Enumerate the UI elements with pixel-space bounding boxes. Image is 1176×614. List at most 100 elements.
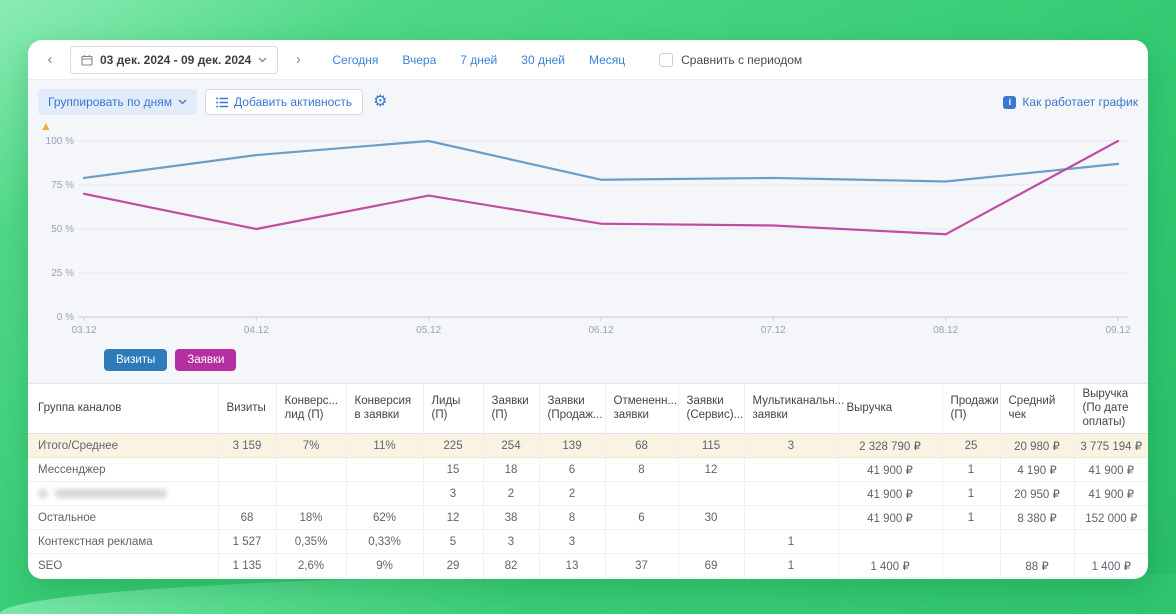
value-cell [744,482,838,506]
value-cell: 69 [678,554,744,578]
value-cell: 3 [483,530,539,554]
value-cell [942,530,1000,554]
value-cell: 29 [423,554,483,578]
column-header[interactable]: Выручка (По дате оплаты) [1074,384,1148,434]
column-header[interactable]: Конверсия в заявки [346,384,423,434]
channel-name-cell[interactable]: Мессенджер [28,458,218,482]
value-cell [605,530,678,554]
table-row[interactable]: SEO1 1352,6%9%298213376911 400 ₽88 ₽1 40… [28,554,1148,578]
table-row[interactable]: Сайт завода10470%470%4734349642 150 ₽929… [28,578,1148,579]
svg-text:100 %: 100 % [46,136,74,147]
info-icon: i [1003,96,1016,109]
channel-name-cell[interactable]: Итого/Среднее [28,434,218,458]
compare-period-control[interactable]: Сравнить с периодом [659,53,802,67]
quick-period-link-month[interactable]: Месяц [589,53,625,67]
svg-text:04.12: 04.12 [244,325,269,336]
date-range-label: 03 дек. 2024 - 09 дек. 2024 [100,53,251,67]
legend-toggle-visits[interactable]: Визиты [104,349,167,371]
column-header[interactable]: Средний чек [1000,384,1074,434]
value-cell [744,506,838,530]
next-period-button[interactable]: › [286,48,310,72]
channels-table: Группа каналовВизитыКонверс... лид (П)Ко… [28,383,1148,579]
chart-section: Группировать по дням Добавить активность… [28,80,1148,383]
value-cell [744,578,838,579]
value-cell [744,458,838,482]
value-cell: 1 527 [218,530,276,554]
quick-period-link-30-days[interactable]: 30 дней [521,53,565,67]
warning-icon[interactable]: ▲ [40,120,1138,133]
column-header[interactable]: Лиды (П) [423,384,483,434]
column-header[interactable]: Продажи (П) [942,384,1000,434]
column-header[interactable]: Заявки (Сервис)... [678,384,744,434]
channels-table-wrap: Группа каналовВизитыКонверс... лид (П)Ко… [28,383,1148,579]
value-cell: 1 400 ₽ [838,554,942,578]
table-row[interactable]: Итого/Среднее3 1597%11%2252541396811532 … [28,434,1148,458]
value-cell: 3 [744,434,838,458]
value-cell: 29 189 ₽ [1000,578,1074,579]
value-cell: 8 [605,458,678,482]
how-it-works-link[interactable]: i Как работает график [1003,95,1138,109]
column-header[interactable]: Заявки (Продаж... [539,384,605,434]
background-wave [0,574,1176,614]
add-activity-button[interactable]: Добавить активность [205,89,363,115]
value-cell: 139 [539,434,605,458]
svg-text:07.12: 07.12 [761,325,786,336]
channel-name-cell[interactable] [28,482,218,506]
value-cell: 25 [942,434,1000,458]
value-cell: 3 159 [218,434,276,458]
svg-text:06.12: 06.12 [588,325,613,336]
value-cell: 1 [744,530,838,554]
analytics-panel: ‹ 03 дек. 2024 - 09 дек. 2024 › Сегодня В… [28,40,1148,579]
value-cell: 88 ₽ [1000,554,1074,578]
svg-text:25 %: 25 % [51,268,74,279]
value-cell: 12 [423,506,483,530]
value-cell: 34 [483,578,539,579]
table-row[interactable]: Остальное6818%62%1238863041 900 ₽18 380 … [28,506,1148,530]
value-cell [942,554,1000,578]
value-cell: 2,6% [276,554,346,578]
value-cell: 470% [346,578,423,579]
channel-name-cell[interactable]: Контекстная реклама [28,530,218,554]
value-cell [678,578,744,579]
column-header[interactable]: Визиты [218,384,276,434]
column-header[interactable]: Группа каналов [28,384,218,434]
column-header[interactable]: Заявки (П) [483,384,539,434]
value-cell: 3 [539,530,605,554]
channel-name-cell[interactable]: Сайт завода [28,578,218,579]
column-header[interactable]: Мультиканальн... заявки [744,384,838,434]
svg-text:0 %: 0 % [57,312,74,323]
column-header[interactable]: Выручка [838,384,942,434]
value-cell: 62% [346,506,423,530]
date-range-picker[interactable]: 03 дек. 2024 - 09 дек. 2024 [70,46,278,74]
table-row[interactable]: Мессенджер1518681241 900 ₽14 190 ₽41 900… [28,458,1148,482]
line-chart[interactable]: 0 %25 %50 %75 %100 %03.1204.1205.1206.12… [38,133,1138,345]
quick-period-link-yesterday[interactable]: Вчера [402,53,436,67]
channel-name-cell[interactable]: SEO [28,554,218,578]
prev-period-button[interactable]: ‹ [38,48,62,72]
value-cell: 470% [276,578,346,579]
value-cell: 30 [678,506,744,530]
table-row[interactable]: 32241 900 ₽120 950 ₽41 900 ₽ [28,482,1148,506]
value-cell: 1 [744,554,838,578]
column-header[interactable]: Отмененн... заявки [605,384,678,434]
group-by-dropdown[interactable]: Группировать по дням [38,89,197,115]
legend-toggle-leads[interactable]: Заявки [175,349,236,371]
compare-checkbox[interactable] [659,53,673,67]
value-cell [276,458,346,482]
table-row[interactable]: Контекстная реклама1 5270,35%0,33%5331 [28,530,1148,554]
quick-period-link-today[interactable]: Сегодня [332,53,378,67]
svg-text:09.12: 09.12 [1105,325,1130,336]
value-cell: 10 [218,578,276,579]
channel-name-cell[interactable]: Остальное [28,506,218,530]
date-toolbar: ‹ 03 дек. 2024 - 09 дек. 2024 › Сегодня В… [28,40,1148,80]
value-cell [346,482,423,506]
value-cell: 1 135 [218,554,276,578]
gear-icon[interactable]: ⚙ [373,94,387,110]
chevron-down-icon [258,57,267,63]
value-cell: 9% [346,554,423,578]
column-header[interactable]: Конверс... лид (П) [276,384,346,434]
value-cell: 68 [605,434,678,458]
quick-period-link-7-days[interactable]: 7 дней [460,53,497,67]
quick-period-links: Сегодня Вчера 7 дней 30 дней Месяц [332,53,625,67]
series-Визиты [84,141,1118,181]
